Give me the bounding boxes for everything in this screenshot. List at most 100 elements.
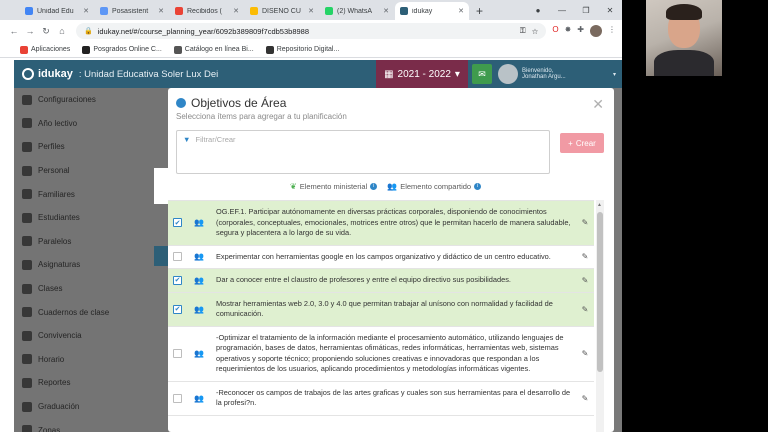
url-field[interactable]: 🔒 idukay.net/#/course_planning_year/6092… <box>76 23 547 39</box>
tab-title: (2) WhatsA <box>337 7 373 15</box>
maximize-icon[interactable]: ❐ <box>574 6 598 15</box>
plus-icon: + <box>568 138 573 148</box>
tab-close-icon[interactable]: ✕ <box>458 7 464 15</box>
forward-icon[interactable]: → <box>22 26 38 36</box>
school-name: : Unidad Educativa Soler Lux Dei <box>78 68 219 80</box>
filter-placeholder: Filtrar/Crear <box>195 135 236 144</box>
favicon-icon <box>175 7 183 15</box>
tab-close-icon[interactable]: ✕ <box>308 7 314 15</box>
browser-tab[interactable]: DISEÑO CU ✕ <box>245 2 319 20</box>
browser-tab[interactable]: idukay ✕ <box>395 2 469 20</box>
home-icon[interactable]: ⌂ <box>54 26 70 36</box>
pencil-icon[interactable]: ✎ <box>576 349 594 358</box>
bookmark-item[interactable]: Catálogo en línea Bi... <box>173 45 254 54</box>
row-checkbox[interactable]: ✔ <box>173 218 182 228</box>
messages-button[interactable]: ✉ <box>472 64 492 84</box>
bookmark-icon <box>173 45 182 54</box>
objective-row[interactable]: 👥 -Optimizar el tratamiento de la informa… <box>168 327 594 382</box>
shared-users-icon: 👥 <box>194 304 204 314</box>
minimize-icon[interactable]: — <box>550 6 574 15</box>
star-icon[interactable]: ☆ <box>532 27 539 36</box>
row-checkbox[interactable] <box>173 349 182 358</box>
zoom-extension-icon[interactable]: ✸ <box>565 25 572 37</box>
objective-row[interactable]: 👥 -Reconocer os campos de trabajos de las… <box>168 382 594 416</box>
pencil-icon[interactable]: ✎ <box>576 394 594 403</box>
tab-close-icon[interactable]: ✕ <box>158 7 164 15</box>
browser-tab[interactable]: Unidad Edu ✕ <box>20 2 94 20</box>
webcam-hair <box>666 4 702 20</box>
create-button[interactable]: + Crear <box>560 133 604 153</box>
close-window-icon[interactable]: ✕ <box>598 6 622 15</box>
tab-close-icon[interactable]: ✕ <box>83 7 89 15</box>
back-icon[interactable]: ← <box>6 26 22 36</box>
shared-users-icon: 👥 <box>387 182 398 191</box>
legend-ministerial-label: Elemento ministerial <box>299 182 368 191</box>
browser-tab[interactable]: (2) WhatsA ✕ <box>320 2 394 20</box>
user-text: Bienvenido, Jonathan Argu... <box>522 68 566 80</box>
window-controls: ● — ❐ ✕ <box>526 0 622 20</box>
list-scrollbar[interactable]: ▲ <box>596 200 604 432</box>
favicon-icon <box>100 7 108 15</box>
address-bar: ← → ↻ ⌂ 🔒 idukay.net/#/course_planning_y… <box>0 20 622 42</box>
bookmark-icon <box>20 45 28 54</box>
info-icon[interactable]: i <box>370 183 378 190</box>
bookmark-item[interactable]: Repositorio Digital... <box>265 45 340 54</box>
shared-users-icon: 👥 <box>194 393 204 403</box>
row-checkbox[interactable]: ✔ <box>173 304 182 314</box>
bookmark-label: Posgrados Online C... <box>93 46 162 53</box>
row-checkbox[interactable] <box>173 252 182 262</box>
pencil-icon[interactable]: ✎ <box>576 252 594 261</box>
pencil-icon[interactable]: ✎ <box>576 218 594 227</box>
profile-avatar[interactable] <box>590 25 602 37</box>
objective-text: -Reconocer os campos de trabajos de las … <box>216 387 571 408</box>
legend-ministerial: ❦ Elemento ministerial i <box>290 182 378 191</box>
objective-row[interactable]: ✔ 👥 OG.EF.1. Participar autónomamente en d… <box>168 201 594 246</box>
bookmark-icon <box>265 45 274 54</box>
legend-shared: 👥 Elemento compartido i <box>387 182 482 191</box>
modal-title-text: Objetivos de Área <box>191 96 287 110</box>
caret-down-icon: ▾ <box>454 68 460 80</box>
objective-row[interactable]: 👥 Experimentar con herramientas google en… <box>168 246 594 269</box>
reload-icon[interactable]: ↻ <box>38 26 54 37</box>
info-icon[interactable]: i <box>474 183 482 190</box>
tab-title: idukay <box>412 7 433 15</box>
profile-icon[interactable]: ● <box>526 6 550 15</box>
objective-row[interactable]: ✔ 👥 Mostrar herramientas web 2.0, 3.0 y 4.… <box>168 292 594 327</box>
webcam-overlay <box>646 0 722 76</box>
scroll-thumb[interactable] <box>597 212 603 372</box>
tab-close-icon[interactable]: ✕ <box>383 7 389 15</box>
year-selector[interactable]: ▦ 2021 - 2022 ▾ <box>376 60 468 88</box>
app-header: idukay : Unidad Educativa Soler Lux Dei … <box>14 60 622 88</box>
close-icon[interactable]: ✕ <box>592 96 604 113</box>
modal-subtitle: Selecciona ítems para agregar a tu plani… <box>176 112 347 121</box>
user-name: Jonathan Argu... <box>522 74 566 80</box>
pencil-icon[interactable]: ✎ <box>576 305 594 314</box>
bookmark-label: Aplicaciones <box>31 46 71 53</box>
idukay-logo[interactable]: idukay <box>14 68 73 80</box>
bookmark-item[interactable]: Aplicaciones <box>20 45 71 54</box>
key-icon[interactable]: ⚿ <box>520 26 526 36</box>
row-checkbox[interactable]: ✔ <box>173 275 182 285</box>
browser-tab[interactable]: Posasistent ✕ <box>95 2 169 20</box>
pencil-icon[interactable]: ✎ <box>576 276 594 285</box>
user-menu[interactable]: Bienvenido, Jonathan Argu... ▾ <box>498 60 622 88</box>
menu-dots-icon[interactable]: ⋮ <box>608 25 616 37</box>
new-tab-icon[interactable]: + <box>476 2 483 20</box>
browser-window: Unidad Edu ✕ Posasistent ✕ Recibidos (✕ DISEÑ… <box>0 0 622 432</box>
objectives-modal: Objetivos de Área Selecciona ítems para … <box>168 88 614 432</box>
bookmark-label: Repositorio Digital... <box>276 46 340 53</box>
scroll-up-icon[interactable]: ▲ <box>597 202 602 208</box>
leaf-icon: ❦ <box>290 182 297 191</box>
tab-close-icon[interactable]: ✕ <box>233 7 239 15</box>
lock-icon: 🔒 <box>84 28 93 35</box>
opera-icon[interactable]: O <box>552 25 558 37</box>
filter-input[interactable]: ▼ Filtrar/Crear <box>176 130 550 174</box>
objective-row[interactable]: ✔ 👥 Dar a conocer entre el claustro de pro… <box>168 269 594 293</box>
logo-text: idukay <box>38 68 73 80</box>
puzzle-icon[interactable]: ✚ <box>577 25 584 37</box>
browser-tab[interactable]: Recibidos ( ✕ <box>170 2 244 20</box>
row-checkbox[interactable] <box>173 393 182 403</box>
tab-title: Recibidos ( <box>187 7 223 15</box>
bookmark-item[interactable]: Posgrados Online C... <box>82 45 162 54</box>
url-text: idukay.net/#/course_planning_year/6092b3… <box>97 26 310 36</box>
